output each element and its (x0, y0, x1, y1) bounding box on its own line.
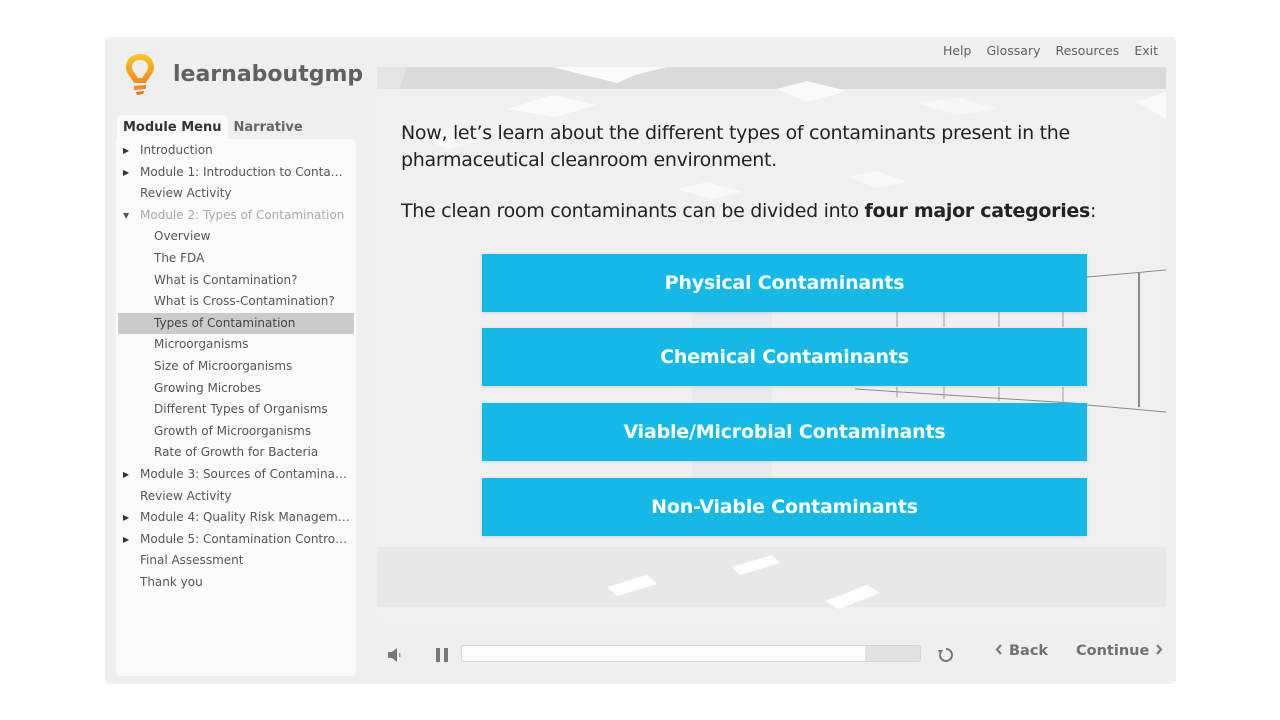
brand-logo: learnaboutgmp (123, 51, 363, 97)
sidebar-tabs: Module Menu Narrative (117, 115, 309, 139)
menu-item-label: Size of Microorganisms (154, 358, 293, 373)
menu-item-label: Microorganisms (154, 337, 249, 352)
category-nonviable-button[interactable]: Non-Viable Contaminants (482, 478, 1087, 536)
menu-item-label: Types of Contamination (154, 315, 296, 330)
menu-item[interactable]: Review Activity (116, 486, 356, 508)
menu-item[interactable]: Size of Microorganisms (116, 356, 356, 378)
menu-item[interactable]: What is Contamination? (116, 270, 356, 292)
menu-item[interactable]: Overview (116, 226, 356, 248)
tab-module-menu[interactable]: Module Menu (117, 115, 228, 139)
continue-button[interactable]: Continue (1076, 643, 1163, 659)
resources-link[interactable]: Resources (1055, 43, 1119, 58)
menu-item-label: Growth of Microorganisms (154, 423, 312, 438)
slide-intro-text: Now, let’s learn about the different typ… (401, 122, 1070, 171)
menu-item[interactable]: ▶ Module 1: Introduction to Contam... (116, 162, 356, 184)
module-menu: ▶ Introduction ▶ Module 1: Introduction to … (116, 139, 356, 676)
menu-item[interactable]: ▶ Module 3: Sources of Contaminati... (116, 464, 356, 486)
seek-bar[interactable] (461, 645, 921, 662)
tab-narrative[interactable]: Narrative (228, 115, 309, 139)
menu-item-label: The FDA (154, 250, 205, 265)
menu-item-label: Module 2: Types of Contamination (140, 207, 345, 222)
menu-item-label: Introduction (140, 143, 213, 157)
speaker-icon[interactable] (387, 647, 403, 667)
subheading-prefix: The clean room contaminants can be divid… (401, 200, 865, 222)
menu-item[interactable]: Different Types of Organisms (116, 399, 356, 421)
menu-item[interactable]: Types of Contamination (118, 312, 354, 335)
menu-item-label: Thank you (140, 574, 203, 589)
menu-item-label: Overview (154, 229, 211, 244)
menu-item[interactable]: Rate of Growth for Bacteria (116, 442, 356, 464)
menu-item-label: Final Assessment (140, 553, 244, 568)
menu-item[interactable]: Growth of Microorganisms (116, 421, 356, 443)
caret-right-icon[interactable]: ▶ (123, 162, 129, 184)
menu-item-label: Review Activity (140, 186, 232, 201)
caret-down-icon[interactable]: ▼ (123, 205, 129, 227)
menu-item[interactable]: ▶ Introduction (116, 140, 356, 162)
help-link[interactable]: Help (943, 43, 972, 58)
slide-subheading: The clean room contaminants can be divid… (401, 200, 1096, 222)
menu-item-label: Module 3: Sources of Contaminati... (140, 466, 350, 481)
menu-item[interactable]: Microorganisms (116, 334, 356, 356)
menu-item-label: Rate of Growth for Bacteria (154, 445, 319, 460)
menu-item-label: Module 1: Introduction to Contam... (140, 164, 350, 179)
menu-item[interactable]: What is Cross-Contamination? (116, 291, 356, 313)
menu-item-label: Module 5: Contamination Control ... (140, 531, 350, 546)
caret-right-icon[interactable]: ▶ (123, 507, 129, 529)
menu-item[interactable]: ▼ Module 2: Types of Contamination (116, 205, 356, 227)
menu-item-label: What is Cross-Contamination? (154, 294, 335, 309)
slide-stage: Now, let’s learn about the different typ… (377, 67, 1166, 623)
menu-item-label: Different Types of Organisms (154, 402, 328, 417)
top-nav: Help Glossary Resources Exit (943, 43, 1158, 58)
category-viable-button[interactable]: Viable/Microbial Contaminants (482, 403, 1087, 461)
back-label: Back (1009, 643, 1049, 659)
menu-item[interactable]: Thank you (116, 572, 356, 594)
seek-bar-progress (462, 646, 866, 661)
continue-label: Continue (1076, 643, 1150, 659)
course-player: learnaboutgmp Help Glossary Resources Ex… (105, 37, 1176, 684)
chevron-left-icon (995, 643, 1003, 659)
replay-icon[interactable] (937, 646, 955, 668)
menu-item-label: Growing Microbes (154, 380, 262, 395)
chevron-right-icon (1155, 643, 1163, 659)
category-physical-button[interactable]: Physical Contaminants (482, 254, 1087, 312)
subheading-suffix: : (1090, 200, 1097, 222)
menu-item[interactable]: Review Activity (116, 183, 356, 205)
pause-icon[interactable] (434, 647, 450, 667)
menu-item[interactable]: Growing Microbes (116, 378, 356, 400)
glossary-link[interactable]: Glossary (986, 43, 1040, 58)
caret-right-icon[interactable]: ▶ (123, 140, 129, 162)
caret-right-icon[interactable]: ▶ (123, 464, 129, 486)
menu-item[interactable]: ▶ Module 5: Contamination Control ... (116, 529, 356, 551)
menu-item[interactable]: The FDA (116, 248, 356, 270)
menu-item-label: Module 4: Quality Risk Management (140, 510, 350, 525)
playback-controls: Back Continue (377, 640, 1166, 670)
caret-right-icon[interactable]: ▶ (123, 529, 129, 551)
menu-item[interactable]: ▶ Module 4: Quality Risk Management (116, 507, 356, 529)
menu-item-label: What is Contamination? (154, 272, 298, 287)
menu-item-label: Review Activity (140, 488, 232, 503)
brand-name: learnaboutgmp (173, 61, 364, 87)
exit-link[interactable]: Exit (1134, 43, 1158, 58)
category-chemical-button[interactable]: Chemical Contaminants (482, 328, 1087, 386)
subheading-emphasis: four major categories (864, 200, 1091, 222)
back-button[interactable]: Back (995, 643, 1048, 659)
lightbulb-icon (123, 51, 157, 97)
menu-item[interactable]: Final Assessment (116, 550, 356, 572)
